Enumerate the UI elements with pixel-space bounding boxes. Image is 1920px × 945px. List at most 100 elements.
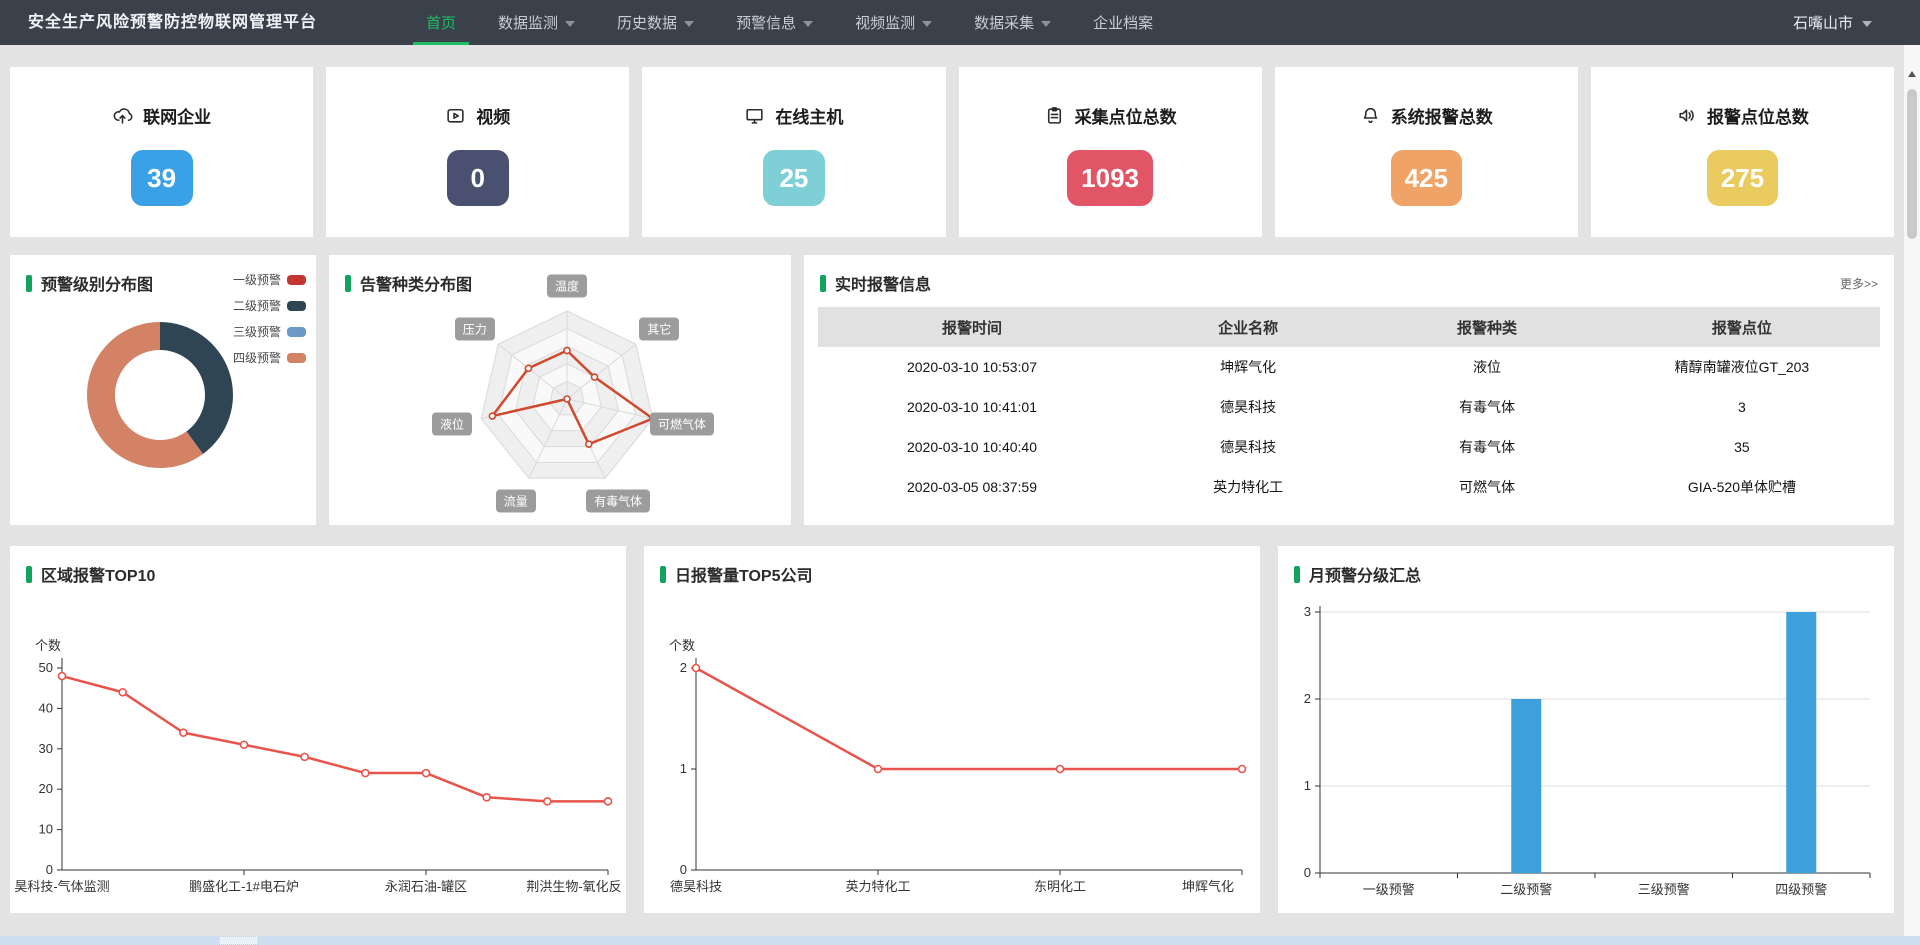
monitor-icon xyxy=(744,105,765,126)
stat-value-badge: 425 xyxy=(1391,150,1462,206)
table-cell: 2020-03-10 10:40:40 xyxy=(818,427,1126,467)
stat-label: 报警点位总数 xyxy=(1707,103,1809,128)
nav-item-1[interactable]: 首页 xyxy=(405,0,477,45)
svg-text:坤辉气化: 坤辉气化 xyxy=(1182,879,1234,894)
chevron-down-icon xyxy=(565,21,575,27)
stat-value-badge: 275 xyxy=(1707,150,1778,206)
stat-card-5: 系统报警总数425 xyxy=(1275,67,1578,237)
green-bar-icon xyxy=(1294,566,1300,583)
green-bar-icon xyxy=(660,566,666,583)
svg-text:10: 10 xyxy=(39,822,53,837)
nav-item-2[interactable]: 数据监测 xyxy=(477,0,596,45)
svg-text:0: 0 xyxy=(46,862,53,877)
daily-top5-line-chart: 012个数德昊科技英力特化工东明化工坤辉气化 xyxy=(644,546,1260,913)
vertical-scrollbar[interactable] xyxy=(1903,45,1920,936)
nav-menu: 首页 数据监测 历史数据预警信息 视频监测 数据采集企业档案 xyxy=(405,0,1174,45)
scroll-up-arrow-icon[interactable] xyxy=(1908,71,1916,77)
nav-item-6[interactable]: 数据采集 xyxy=(953,0,1072,45)
stat-card-6: 报警点位总数 275 xyxy=(1591,67,1894,237)
stat-label: 视频 xyxy=(476,103,510,128)
nav-item-label: 预警信息 xyxy=(736,12,796,33)
legend-item[interactable]: 二级预警 xyxy=(233,297,306,314)
region-top10-card: 区域报警TOP10 01020304050个数昊科技-气体监测鹏盛化工-1#电石… xyxy=(10,546,626,913)
stat-label: 在线主机 xyxy=(775,103,843,128)
region-top10-title: 区域报警TOP10 xyxy=(41,562,155,586)
table-row[interactable]: 2020-03-05 08:37:59英力特化工可燃气体GIA-520单体贮槽 xyxy=(818,467,1880,507)
horizontal-scrollbar-thumb[interactable] xyxy=(219,936,258,945)
chevron-down-icon xyxy=(803,21,813,27)
table-cell: 35 xyxy=(1604,427,1880,467)
nav-item-label: 视频监测 xyxy=(855,12,915,33)
monthly-warning-card: 月预警分级汇总 0123一级预警二级预警三级预警四级预警 xyxy=(1278,546,1894,913)
alarm-table-body: 2020-03-10 10:53:07坤辉气化液位精醇南罐液位GT_203202… xyxy=(818,347,1880,507)
nav-item-label: 数据监测 xyxy=(498,12,558,33)
table-cell: 英力特化工 xyxy=(1126,467,1370,507)
svg-text:昊科技-气体监测: 昊科技-气体监测 xyxy=(14,879,109,894)
svg-text:2: 2 xyxy=(680,660,687,675)
nav-item-5[interactable]: 视频监测 xyxy=(834,0,953,45)
legend-item[interactable]: 三级预警 xyxy=(233,323,306,340)
top-nav: 安全生产风险预警防控物联网管理平台 首页数据监测历史数据预警信息视频监测数据采集… xyxy=(0,0,1920,45)
alarm-table-title: 实时报警信息 xyxy=(835,271,931,295)
table-row[interactable]: 2020-03-10 10:53:07坤辉气化液位精醇南罐液位GT_203 xyxy=(818,347,1880,387)
stats-row: 联网企业39视频0在线主机25采集点位总数1093系统报警总数425报警点位总数… xyxy=(10,67,1894,237)
speaker-icon xyxy=(1676,105,1697,126)
horizontal-scrollbar[interactable] xyxy=(0,936,1920,945)
alarm-col-header: 企业名称 xyxy=(1126,307,1370,347)
legend-swatch-icon xyxy=(287,301,306,311)
stat-label: 采集点位总数 xyxy=(1075,103,1177,128)
legend-swatch-icon xyxy=(287,353,306,363)
svg-text:1: 1 xyxy=(680,761,687,776)
svg-text:3: 3 xyxy=(1304,604,1311,619)
svg-text:二级预警: 二级预警 xyxy=(1500,882,1552,897)
radar-axis-label: 可燃气体 xyxy=(650,413,714,436)
svg-text:个数: 个数 xyxy=(35,638,61,653)
green-bar-icon xyxy=(345,275,351,292)
table-row[interactable]: 2020-03-10 10:41:01德昊科技有毒气体3 xyxy=(818,387,1880,427)
legend-item[interactable]: 四级预警 xyxy=(233,349,306,366)
table-cell: 有毒气体 xyxy=(1370,427,1604,467)
table-cell: 2020-03-10 10:53:07 xyxy=(818,347,1126,387)
table-cell: 德昊科技 xyxy=(1126,427,1370,467)
nav-item-3[interactable]: 历史数据 xyxy=(596,0,715,45)
table-cell: 有毒气体 xyxy=(1370,387,1604,427)
cloud-upload-icon xyxy=(112,105,133,126)
svg-text:20: 20 xyxy=(39,781,53,796)
table-cell: 可燃气体 xyxy=(1370,467,1604,507)
nav-item-4[interactable]: 预警信息 xyxy=(715,0,834,45)
table-cell: 3 xyxy=(1604,387,1880,427)
video-icon xyxy=(445,105,466,126)
svg-text:个数: 个数 xyxy=(669,638,695,653)
svg-text:四级预警: 四级预警 xyxy=(1775,882,1827,897)
table-row[interactable]: 2020-03-10 10:40:40德昊科技有毒气体35 xyxy=(818,427,1880,467)
stat-card-2: 视频 0 xyxy=(326,67,629,237)
stat-card-4: 采集点位总数1093 xyxy=(959,67,1262,237)
svg-text:0: 0 xyxy=(1304,865,1311,880)
chevron-down-icon xyxy=(922,21,932,27)
nav-item-label: 首页 xyxy=(426,12,456,33)
legend-label: 三级预警 xyxy=(233,323,281,340)
radar-axis-label: 液位 xyxy=(432,413,472,436)
alarm-col-header: 报警种类 xyxy=(1370,307,1604,347)
table-cell: 德昊科技 xyxy=(1126,387,1370,427)
svg-text:英力特化工: 英力特化工 xyxy=(845,879,910,894)
more-link[interactable]: 更多>> xyxy=(1840,275,1878,292)
stat-value-badge: 39 xyxy=(131,150,193,206)
radar-axis-label: 有毒气体 xyxy=(586,489,650,512)
svg-text:2: 2 xyxy=(1304,691,1311,706)
nav-item-7[interactable]: 企业档案 xyxy=(1072,0,1174,45)
stat-label: 联网企业 xyxy=(143,103,211,128)
stat-value-badge: 0 xyxy=(447,150,509,206)
alarm-table-header: 报警时间企业名称报警种类报警点位 xyxy=(818,307,1880,347)
radar-card-title: 告警种类分布图 xyxy=(360,271,472,295)
stat-card-3: 在线主机25 xyxy=(642,67,945,237)
nav-item-label: 企业档案 xyxy=(1093,12,1153,33)
green-bar-icon xyxy=(26,566,32,583)
chevron-down-icon xyxy=(684,21,694,27)
region-selector[interactable]: 石嘴山市 xyxy=(1793,0,1872,45)
radar-axis-label: 其它 xyxy=(639,317,679,340)
green-bar-icon xyxy=(820,275,826,292)
svg-text:一级预警: 一级预警 xyxy=(1363,882,1415,897)
vertical-scrollbar-thumb[interactable] xyxy=(1907,89,1917,239)
radar-axis-label: 流量 xyxy=(496,489,536,512)
